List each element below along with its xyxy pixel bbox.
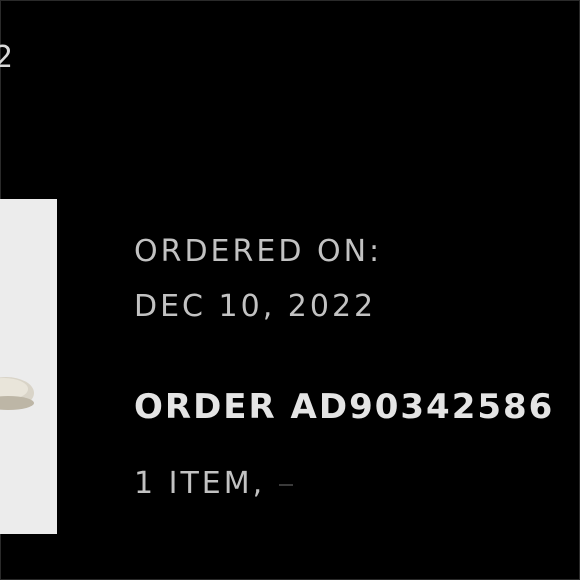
ordered-on-label: ORDERED ON:	[134, 234, 383, 269]
order-number[interactable]: ORDER AD90342586	[134, 387, 554, 427]
sneaker-icon	[0, 377, 34, 410]
order-count-fragment: 2	[0, 40, 16, 75]
redacted-price	[279, 483, 294, 486]
item-count: 1 ITEM,	[134, 466, 266, 501]
order-date: DEC 10, 2022	[134, 289, 377, 324]
item-count-line: 1 ITEM,	[134, 466, 294, 501]
order-info: ORDERED ON: DEC 10, 2022 ORDER AD9034258…	[134, 0, 580, 580]
product-thumbnail[interactable]	[0, 199, 57, 534]
